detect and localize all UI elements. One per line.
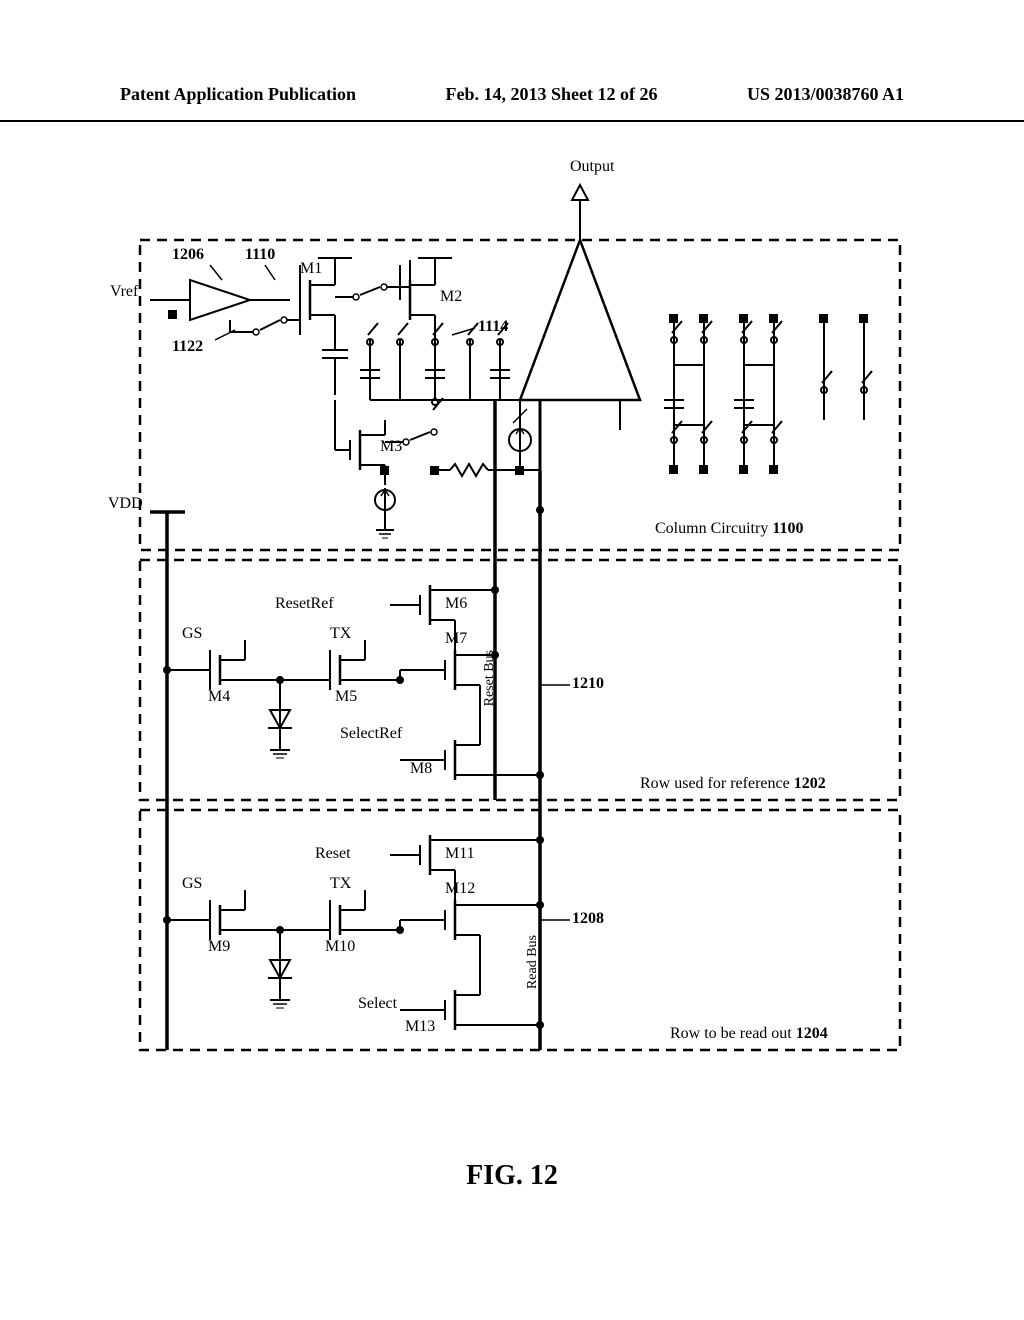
patent-page: Patent Application Publication Feb. 14, … <box>0 0 1024 1320</box>
reset-ref-label: ResetRef <box>275 595 334 613</box>
m4-label: M4 <box>208 688 230 706</box>
vref-label: Vref <box>110 283 138 301</box>
gs-label-2: GS <box>182 875 202 893</box>
page-header: Patent Application Publication Feb. 14, … <box>0 84 1024 122</box>
m8-label: M8 <box>410 760 432 778</box>
header-sheet-info: Feb. 14, 2013 Sheet 12 of 26 <box>446 84 658 114</box>
tx-label-2: TX <box>330 875 351 893</box>
ref-1208: 1208 <box>572 910 604 928</box>
m11-label: M11 <box>445 845 475 863</box>
ref-1122: 1122 <box>172 338 203 356</box>
m1-label: M1 <box>300 260 322 278</box>
m10-label: M10 <box>325 938 355 956</box>
m7-label: M7 <box>445 630 467 648</box>
figure-caption: FIG. 12 <box>0 1160 1024 1192</box>
ref-1114: 1114 <box>478 318 508 336</box>
figure-area: Output Vref VDD 1206 1110 1122 1114 M1 M… <box>100 140 920 1140</box>
m3-label: M3 <box>380 438 402 456</box>
ref-1206: 1206 <box>172 246 204 264</box>
header-patent-number: US 2013/0038760 A1 <box>747 84 904 114</box>
m9-label: M9 <box>208 938 230 956</box>
m12-label: M12 <box>445 880 475 898</box>
reset-label: Reset <box>315 845 351 863</box>
vdd-label: VDD <box>108 495 143 513</box>
row-read-label: Row to be read out 1204 <box>670 1025 828 1043</box>
tx-label-1: TX <box>330 625 351 643</box>
reset-bus-label: Reset Bus <box>482 650 498 706</box>
output-label: Output <box>570 158 614 176</box>
m13-label: M13 <box>405 1018 435 1036</box>
select-ref-label: SelectRef <box>340 725 402 743</box>
m2-label: M2 <box>440 288 462 306</box>
gs-label-1: GS <box>182 625 202 643</box>
read-bus-label: Read Bus <box>525 935 541 989</box>
select-label: Select <box>358 995 397 1013</box>
column-circuitry-label: Column Circuitry 1100 <box>655 520 803 538</box>
header-publication: Patent Application Publication <box>120 84 356 114</box>
row-reference-label: Row used for reference 1202 <box>640 775 826 793</box>
m5-label: M5 <box>335 688 357 706</box>
ref-1110: 1110 <box>245 246 275 264</box>
ref-1210: 1210 <box>572 675 604 693</box>
m6-label: M6 <box>445 595 467 613</box>
circuit-schematic <box>100 140 920 1100</box>
